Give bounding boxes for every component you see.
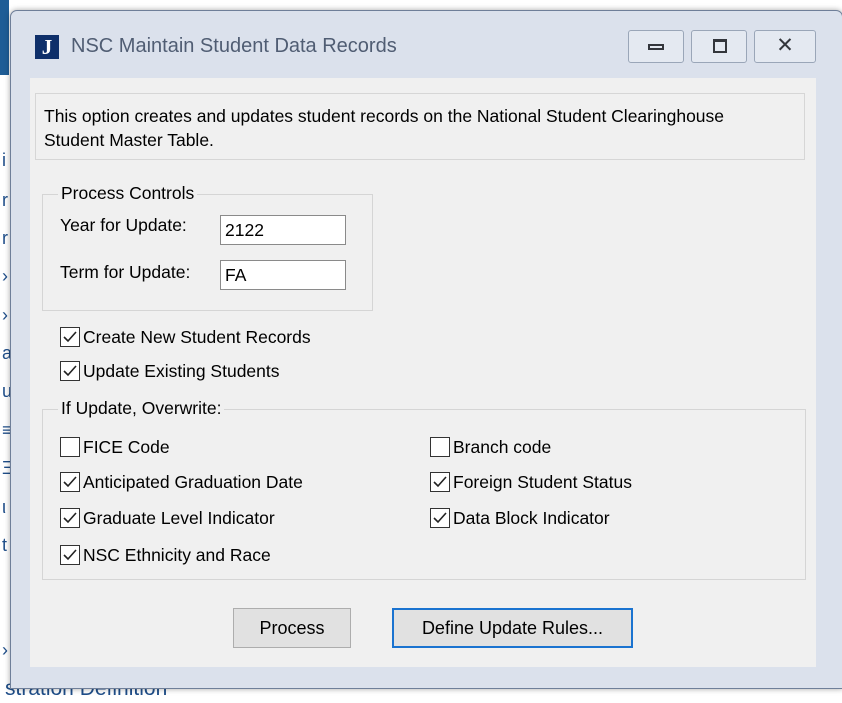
checkbox-box bbox=[430, 437, 450, 457]
maximize-button[interactable] bbox=[691, 30, 747, 63]
dialog-content: This option creates and updates student … bbox=[30, 78, 816, 667]
checkbox-label: FICE Code bbox=[83, 437, 170, 457]
term-input[interactable] bbox=[220, 260, 346, 290]
checkbox-box bbox=[60, 545, 80, 565]
checkbox-box bbox=[430, 472, 450, 492]
checkbox-label: Create New Student Records bbox=[83, 327, 311, 347]
checkmark-icon bbox=[433, 512, 447, 524]
overwrite-legend: If Update, Overwrite: bbox=[58, 398, 225, 419]
minimize-icon bbox=[648, 44, 664, 50]
background-text: › bbox=[2, 266, 8, 286]
process-controls-legend: Process Controls bbox=[58, 183, 198, 204]
checkbox-label: Data Block Indicator bbox=[453, 508, 610, 528]
title-bar[interactable]: J NSC Maintain Student Data Records ✕ bbox=[11, 11, 842, 71]
checkbox-box bbox=[60, 508, 80, 528]
checkbox-label: Anticipated Graduation Date bbox=[83, 472, 303, 492]
background-text: › bbox=[2, 305, 8, 325]
checkmark-icon bbox=[433, 476, 447, 488]
year-label: Year for Update: bbox=[60, 215, 187, 235]
year-input[interactable] bbox=[220, 215, 346, 245]
checkbox-label: NSC Ethnicity and Race bbox=[83, 545, 271, 565]
checkbox-label: Graduate Level Indicator bbox=[83, 508, 275, 528]
term-label: Term for Update: bbox=[60, 262, 191, 282]
checkbox-label: Branch code bbox=[453, 437, 552, 457]
window-title: NSC Maintain Student Data Records bbox=[71, 35, 397, 57]
checkbox-box bbox=[60, 437, 80, 457]
minimize-button[interactable] bbox=[628, 30, 684, 63]
background-text: r bbox=[2, 190, 8, 210]
close-icon: ✕ bbox=[776, 33, 794, 57]
checkbox-box bbox=[60, 361, 80, 381]
define-update-rules-button[interactable]: Define Update Rules... bbox=[392, 608, 633, 648]
description-text: This option creates and updates student … bbox=[44, 106, 725, 150]
checkmark-icon bbox=[63, 549, 77, 561]
process-button[interactable]: Process bbox=[233, 608, 351, 648]
app-logo-icon: J bbox=[35, 35, 59, 59]
close-button[interactable]: ✕ bbox=[754, 30, 816, 63]
checkbox-box bbox=[430, 508, 450, 528]
background-text: i bbox=[2, 150, 6, 170]
checkbox-box bbox=[60, 472, 80, 492]
background-text: › bbox=[2, 640, 8, 660]
checkmark-icon bbox=[63, 476, 77, 488]
nsc-maintain-dialog: J NSC Maintain Student Data Records ✕ Th… bbox=[10, 10, 842, 689]
checkbox-label: Foreign Student Status bbox=[453, 472, 632, 492]
checkbox-label: Update Existing Students bbox=[83, 361, 280, 381]
checkmark-icon bbox=[63, 512, 77, 524]
background-text: t bbox=[2, 535, 8, 555]
maximize-icon bbox=[713, 39, 727, 53]
background-text: r bbox=[2, 228, 8, 248]
background-window-edge bbox=[0, 0, 9, 75]
background-text: ι bbox=[2, 497, 6, 517]
process-controls-group bbox=[42, 194, 373, 311]
checkmark-icon bbox=[63, 331, 77, 343]
checkbox-box bbox=[60, 327, 80, 347]
checkmark-icon bbox=[63, 365, 77, 377]
